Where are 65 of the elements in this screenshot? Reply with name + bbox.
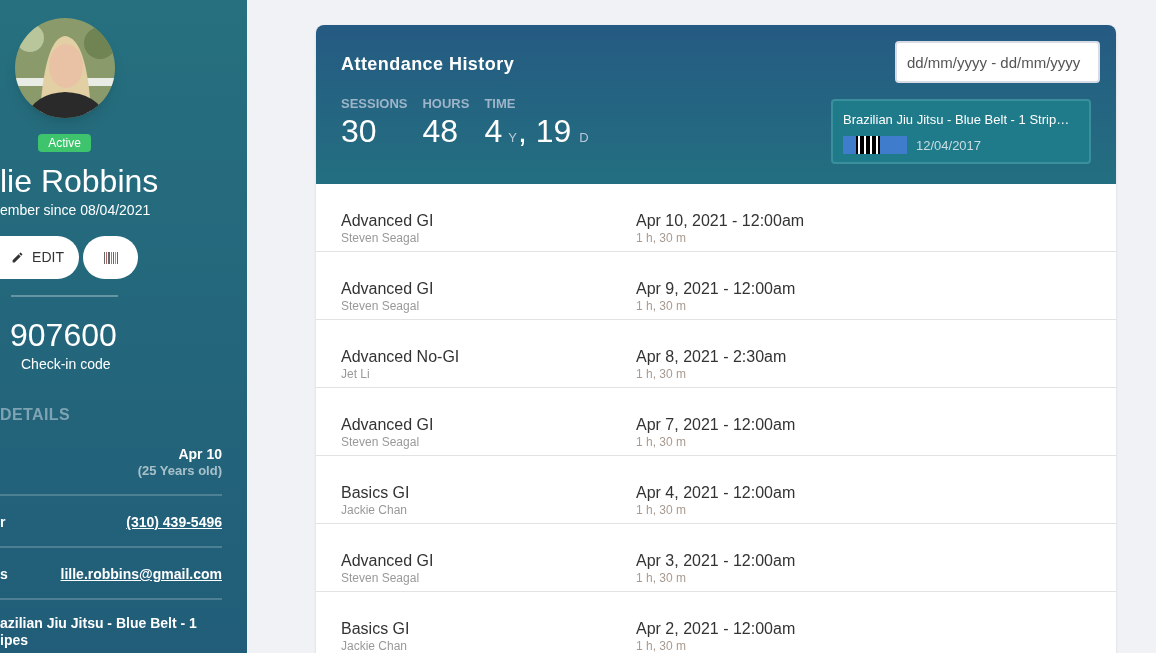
contact-link[interactable]: (310) 439-5496 <box>126 512 222 533</box>
contact-link[interactable]: lille.robbins@gmail.com <box>60 564 222 585</box>
edit-button[interactable]: EDIT <box>0 236 79 279</box>
session-datetime: Apr 4, 2021 - 12:00am <box>636 483 796 503</box>
session-duration: 1 h, 30 m <box>636 639 688 653</box>
session-duration: 1 h, 30 m <box>636 571 688 585</box>
stat-label: SESSIONS <box>341 95 408 113</box>
belt-text: azilian Jiu Jitsu - Blue Belt - 1 ipes <box>0 615 197 649</box>
class-name: Basics GI <box>341 619 411 639</box>
session-duration: 1 h, 30 m <box>636 231 688 245</box>
checkin-code: 907600 <box>10 316 117 354</box>
session-duration: 1 h, 30 m <box>636 435 688 449</box>
member-since: ember since 08/04/2021 <box>0 201 151 220</box>
instructor-name: Jackie Chan <box>341 639 409 653</box>
session-datetime: Apr 9, 2021 - 12:00am <box>636 279 796 299</box>
age-text: (25 Years old) <box>137 462 222 480</box>
stat-unit: D <box>579 128 589 147</box>
instructor-name: Steven Seagal <box>341 299 421 313</box>
attendance-row[interactable]: Advanced No-GI Jet Li Apr 8, 2021 - 2:30am 1 h, 30 m <box>316 320 1116 388</box>
stat-label: HOURS <box>422 95 470 113</box>
attendance-row[interactable]: Basics GI Jackie Chan Apr 2, 2021 - 12:00am 1 h, 30 m <box>316 592 1116 653</box>
session-duration: 1 h, 30 m <box>636 367 688 381</box>
stat-value: 48 <box>422 113 459 148</box>
instructor-name: Jackie Chan <box>341 503 409 517</box>
attendance-row[interactable]: Basics GI Jackie Chan Apr 4, 2021 - 12:00am 1 h, 30 m <box>316 456 1116 524</box>
session-duration: 1 h, 30 m <box>636 503 688 517</box>
class-name: Advanced GI <box>341 551 435 571</box>
attendance-row[interactable]: Advanced GI Steven Seagal Apr 10, 2021 - 12:00am 1 h, 30 m <box>316 184 1116 252</box>
class-name: Advanced No-GI <box>341 347 461 367</box>
belt-date: 12/04/2017 <box>916 136 982 155</box>
stat-value: 4 <box>484 113 503 148</box>
detail-label: s <box>0 565 8 584</box>
detail-value: Apr 10 <box>178 445 222 464</box>
instructor-name: Steven Seagal <box>341 231 421 245</box>
date-range-field[interactable]: dd/mm/yyyy - dd/mm/yyyy <box>895 41 1100 83</box>
session-datetime: Apr 10, 2021 - 12:00am <box>636 211 805 231</box>
session-datetime: Apr 7, 2021 - 12:00am <box>636 415 796 435</box>
checkin-label: Check-in code <box>21 355 111 374</box>
instructor-name: Steven Seagal <box>341 571 421 585</box>
session-duration: 1 h, 30 m <box>636 299 688 313</box>
class-name: Basics GI <box>341 483 411 503</box>
status-badge: Active <box>38 134 91 152</box>
class-name: Advanced GI <box>341 279 435 299</box>
session-datetime: Apr 8, 2021 - 2:30am <box>636 347 787 367</box>
stat-label: TIME <box>484 95 517 113</box>
barcode-button[interactable] <box>83 236 138 279</box>
belt-name: Brazilian Jiu Jitsu - Blue Belt - 1 Strip… <box>843 111 1071 129</box>
attendance-row[interactable]: Advanced GI Steven Seagal Apr 9, 2021 - 12:00am 1 h, 30 m <box>316 252 1116 320</box>
member-name: lie Robbins <box>0 162 159 201</box>
instructor-name: Steven Seagal <box>341 435 421 449</box>
class-name: Advanced GI <box>341 211 435 231</box>
stat-value: , 19 <box>517 113 572 148</box>
session-datetime: Apr 2, 2021 - 12:00am <box>636 619 796 639</box>
stat-value: 30 <box>341 113 377 148</box>
instructor-name: Jet Li <box>341 367 371 381</box>
session-datetime: Apr 3, 2021 - 12:00am <box>636 551 796 571</box>
barcode-icon <box>103 251 118 264</box>
pencil-icon <box>11 251 25 264</box>
class-name: Advanced GI <box>341 415 435 435</box>
attendance-row[interactable]: Advanced GI Steven Seagal Apr 7, 2021 - 12:00am 1 h, 30 m <box>316 388 1116 456</box>
attendance-row[interactable]: Advanced GI Steven Seagal Apr 3, 2021 - 12:00am 1 h, 30 m <box>316 524 1116 592</box>
details-heading: DETAILS <box>0 405 71 425</box>
card-title: Attendance History <box>341 53 516 76</box>
detail-label: r <box>0 513 6 532</box>
stat-unit: Y <box>508 128 517 147</box>
